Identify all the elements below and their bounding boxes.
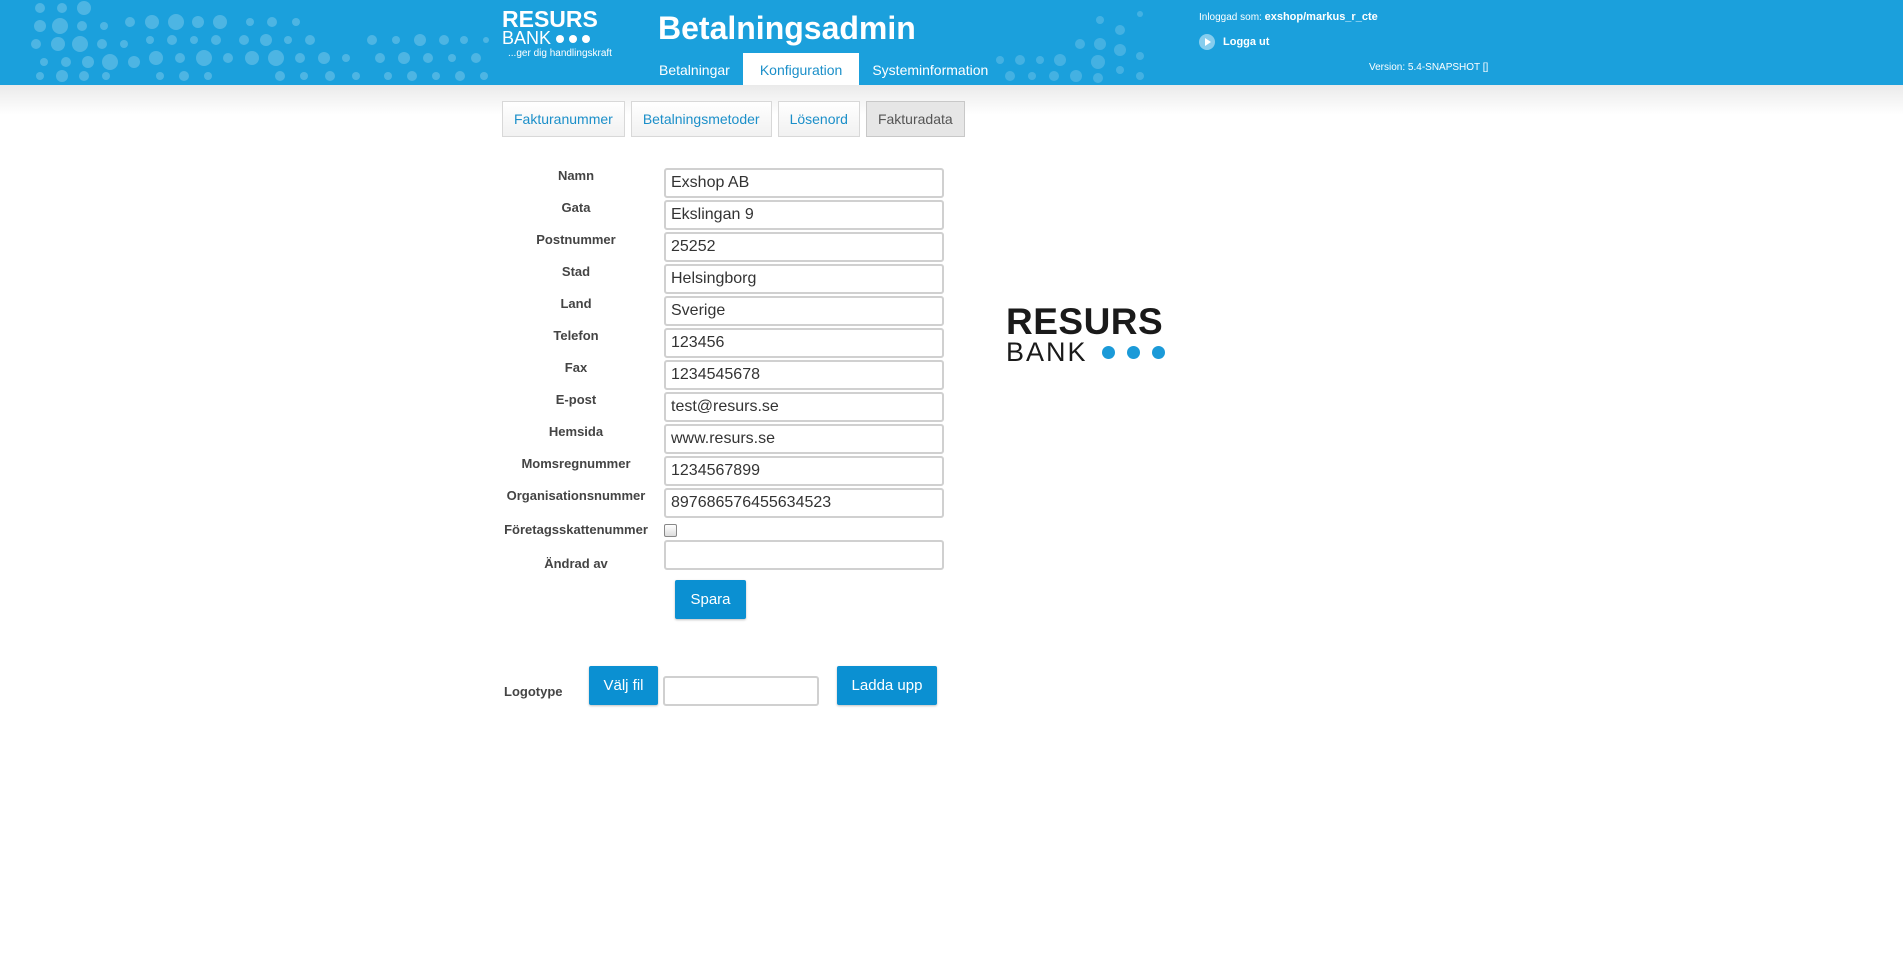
subtab-losenord[interactable]: Lösenord (777, 101, 860, 137)
logo-dot-icon (556, 34, 565, 43)
subtab-fakturanummer[interactable]: Fakturanummer (502, 101, 625, 137)
main-nav-tabs: Betalningar Konfiguration Systeminformat… (650, 53, 997, 85)
form-row-land: Land (502, 296, 944, 326)
form-row-telefon: Telefon (502, 328, 944, 358)
form-row-namn: Namn (502, 168, 944, 198)
upload-button[interactable]: Ladda upp (837, 666, 937, 705)
preview-text-resurs: RESURS (1006, 301, 1164, 342)
preview-text-bank: BANK (1006, 337, 1088, 367)
logo-dot-icon (569, 34, 578, 43)
logotype-preview: RESURS BANK (1006, 301, 1196, 367)
tab-systeminformation[interactable]: Systeminformation (863, 53, 997, 85)
form-row-fax: Fax (502, 360, 944, 390)
version-text: Version: 5.4-SNAPSHOT [] (1369, 62, 1489, 73)
foretagsskattenummer-checkbox[interactable] (664, 524, 677, 537)
andrad-av-input[interactable] (664, 540, 944, 570)
field-label: Postnummer (536, 232, 616, 247)
logo-text-resurs: RESURS (502, 6, 598, 32)
form-row-hemsida: Hemsida (502, 424, 944, 454)
app-title: Betalningsadmin (658, 10, 916, 46)
gata-input[interactable] (664, 200, 944, 230)
play-icon (1199, 34, 1215, 50)
field-label: Gata (561, 200, 591, 215)
field-label: Fax (564, 360, 588, 375)
form-row-organisationsnummer: Organisationsnummer (502, 488, 944, 518)
postnummer-input[interactable] (664, 232, 944, 262)
save-button[interactable]: Spara (675, 580, 746, 619)
logged-in-info: Inloggad som: exshop/markus_r_cte (1199, 11, 1378, 23)
subtab-betalningsmetoder[interactable]: Betalningsmetoder (630, 101, 772, 137)
subtab-fakturadata[interactable]: Fakturadata (865, 101, 965, 137)
logotype-label: Logotype (504, 684, 563, 699)
momsregnummer-input[interactable] (664, 456, 944, 486)
logo-dot-icon (582, 34, 591, 43)
hemsida-input[interactable] (664, 424, 944, 454)
organisationsnummer-input[interactable] (664, 488, 944, 518)
form-row-andrad-av: Ändrad av (502, 540, 944, 571)
form-row-stad: Stad (502, 264, 944, 294)
field-label: Land (560, 296, 592, 311)
logo-dot-icon (1151, 345, 1165, 359)
logo-text-bank: BANK (502, 28, 552, 48)
choose-file-button[interactable]: Välj fil (589, 666, 658, 705)
logout-label: Logga ut (1223, 36, 1270, 48)
field-label: Namn (557, 168, 595, 183)
form-row-postnummer: Postnummer (502, 232, 944, 262)
field-label: Hemsida (548, 424, 604, 439)
form-row-gata: Gata (502, 200, 944, 230)
tab-betalningar[interactable]: Betalningar (650, 53, 739, 85)
logo-tagline: ...ger dig handlingskraft (508, 48, 612, 59)
logo-dot-icon (1126, 345, 1140, 359)
field-label: Organisationsnummer (506, 488, 646, 503)
telefon-input[interactable] (664, 328, 944, 358)
field-label: Företagsskattenummer (504, 522, 648, 537)
epost-input[interactable] (664, 392, 944, 422)
resurs-bank-logo[interactable]: RESURS BANK ...ger dig handlingskraft (502, 8, 632, 61)
file-name-field[interactable] (663, 676, 819, 706)
logout-link[interactable]: Logga ut (1199, 34, 1269, 50)
form-row-foretagsskattenummer: Företagsskattenummer (502, 522, 677, 537)
land-input[interactable] (664, 296, 944, 326)
logged-in-user: exshop/markus_r_cte (1264, 11, 1378, 23)
namn-input[interactable] (664, 168, 944, 198)
field-label: E-post (555, 392, 597, 407)
stad-input[interactable] (664, 264, 944, 294)
field-label: Telefon (553, 328, 599, 343)
fax-input[interactable] (664, 360, 944, 390)
tab-konfiguration[interactable]: Konfiguration (742, 53, 860, 85)
field-label: Momsregnummer (521, 456, 631, 471)
form-row-epost: E-post (502, 392, 944, 422)
config-sub-tabs: Fakturanummer Betalningsmetoder Lösenord… (502, 101, 965, 137)
field-label: Stad (561, 264, 591, 279)
logo-dot-icon (1101, 345, 1115, 359)
field-label: Ändrad av (544, 556, 608, 571)
logged-in-prefix: Inloggad som: (1199, 12, 1262, 23)
header-bar: RESURS BANK ...ger dig handlingskraft Be… (0, 0, 1903, 85)
form-row-momsregnummer: Momsregnummer (502, 456, 944, 486)
